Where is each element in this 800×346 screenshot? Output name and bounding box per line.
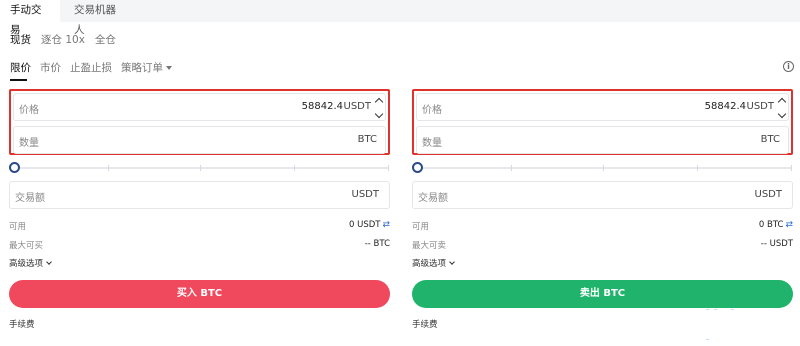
slider-handle[interactable] <box>9 162 20 173</box>
chevron-down-icon <box>46 259 52 265</box>
buy-amount-label: 交易额 <box>15 193 45 204</box>
transfer-icon[interactable]: ⇄ <box>382 220 390 230</box>
slider-tick[interactable] <box>200 165 201 171</box>
buy-quantity-input[interactable]: 数量 BTC <box>13 126 386 154</box>
buy-advanced-label: 高级选项 <box>9 259 44 269</box>
sell-max-row: 最大可卖 -- USDT <box>412 237 793 251</box>
info-icon[interactable]: i <box>783 61 794 72</box>
buy-price-value[interactable]: 58842.4 <box>302 101 343 112</box>
order-type-limit[interactable]: 限价 <box>10 60 31 75</box>
margin-mode-spot[interactable]: 现货 <box>10 32 31 47</box>
buy-max-value: -- BTC <box>364 239 390 249</box>
transfer-icon[interactable]: ⇄ <box>785 220 793 230</box>
order-type-market[interactable]: 市价 <box>40 60 61 75</box>
chevron-down-icon[interactable] <box>374 109 384 119</box>
buy-available-value-wrap: 0 USDT ⇄ <box>349 220 390 230</box>
chevron-up-icon[interactable] <box>777 97 787 107</box>
order-type-strategy[interactable]: 策略订单 <box>121 60 172 75</box>
sell-price-stepper[interactable] <box>777 96 787 120</box>
sell-advanced-options[interactable]: 高级选项 <box>412 257 455 269</box>
buy-available-label: 可用 <box>9 222 27 232</box>
sell-price-value[interactable]: 58842.4 <box>705 101 746 112</box>
sell-amount-unit: USDT <box>754 189 782 200</box>
buy-btc-button[interactable]: 买入 BTC <box>9 280 390 308</box>
sell-inputs-highlight: 价格 58842.4 USDT 数量 BTC <box>412 89 793 155</box>
buy-max-label: 最大可买 <box>9 241 44 251</box>
decorative-dot <box>714 309 717 310</box>
sell-amount-slider[interactable] <box>412 162 793 174</box>
sell-available-value: 0 BTC <box>758 220 784 230</box>
chevron-down-icon <box>449 259 455 265</box>
sell-trade-amount-input[interactable]: 交易额 USDT <box>412 181 793 209</box>
sell-price-unit: USDT <box>746 101 774 112</box>
buy-price-label: 价格 <box>19 105 39 116</box>
tab-trading-bot[interactable]: 交易机器人 <box>64 0 136 36</box>
buy-price-unit: USDT <box>343 101 371 112</box>
slider-tick[interactable] <box>511 165 512 171</box>
order-type-strategy-label: 策略订单 <box>121 61 163 74</box>
sell-max-label: 最大可卖 <box>412 241 447 251</box>
sell-available-label: 可用 <box>412 222 430 232</box>
chevron-down-icon[interactable] <box>777 109 787 119</box>
buy-quantity-label: 数量 <box>19 138 39 149</box>
chevron-up-icon[interactable] <box>374 97 384 107</box>
order-type-tabs: 限价 市价 止盈止损 策略订单 <box>10 60 172 74</box>
sell-price-label: 价格 <box>422 105 442 116</box>
buy-fee-label[interactable]: 手续费 <box>9 318 35 330</box>
decorative-dot <box>731 309 734 310</box>
buy-price-input[interactable]: 价格 58842.4 USDT <box>13 93 386 121</box>
sell-quantity-label: 数量 <box>422 138 442 149</box>
buy-amount-slider[interactable] <box>9 162 390 174</box>
slider-tick[interactable] <box>791 165 792 171</box>
tab-manual-trading[interactable]: 手动交易 <box>0 0 60 36</box>
slider-handle[interactable] <box>412 162 423 173</box>
slider-track[interactable] <box>418 167 791 169</box>
slider-tick[interactable] <box>697 165 698 171</box>
buy-advanced-options[interactable]: 高级选项 <box>9 257 52 269</box>
trade-mode-tabs: 手动交易 交易机器人 <box>0 0 800 36</box>
buy-price-stepper[interactable] <box>374 96 384 120</box>
buy-max-row: 最大可买 -- BTC <box>9 237 390 251</box>
slider-tick[interactable] <box>388 165 389 171</box>
decorative-dot <box>706 339 709 340</box>
sell-advanced-label: 高级选项 <box>412 259 447 269</box>
sell-max-value: -- USDT <box>760 239 793 249</box>
buy-quantity-unit: BTC <box>357 134 377 145</box>
slider-tick[interactable] <box>603 165 604 171</box>
margin-mode-isolated[interactable]: 逐仓 10x <box>41 32 85 47</box>
decorative-dot <box>706 309 709 310</box>
margin-mode-selector: 现货 逐仓 10x 全仓 <box>10 32 116 46</box>
caret-down-icon <box>166 65 172 70</box>
sell-available-row: 可用 0 BTC ⇄ <box>412 218 793 232</box>
buy-amount-unit: USDT <box>351 189 379 200</box>
buy-available-row: 可用 0 USDT ⇄ <box>9 218 390 232</box>
sell-quantity-unit: BTC <box>760 134 780 145</box>
buy-available-value: 0 USDT <box>348 220 381 230</box>
slider-tick[interactable] <box>108 165 109 171</box>
order-type-tp-sl[interactable]: 止盈止损 <box>70 60 112 75</box>
slider-track[interactable] <box>15 167 388 169</box>
buy-inputs-highlight: 价格 58842.4 USDT 数量 BTC <box>9 89 390 155</box>
active-tab-indicator <box>10 79 27 81</box>
sell-quantity-input[interactable]: 数量 BTC <box>416 126 789 154</box>
sell-price-input[interactable]: 价格 58842.4 USDT <box>416 93 789 121</box>
sell-amount-label: 交易额 <box>418 193 448 204</box>
sell-fee-label[interactable]: 手续费 <box>412 318 438 330</box>
sell-btc-button[interactable]: 卖出 BTC <box>412 280 793 308</box>
sell-available-value-wrap: 0 BTC ⇄ <box>759 220 793 230</box>
buy-trade-amount-input[interactable]: 交易额 USDT <box>9 181 390 209</box>
slider-tick[interactable] <box>294 165 295 171</box>
margin-mode-cross[interactable]: 全仓 <box>95 32 116 47</box>
